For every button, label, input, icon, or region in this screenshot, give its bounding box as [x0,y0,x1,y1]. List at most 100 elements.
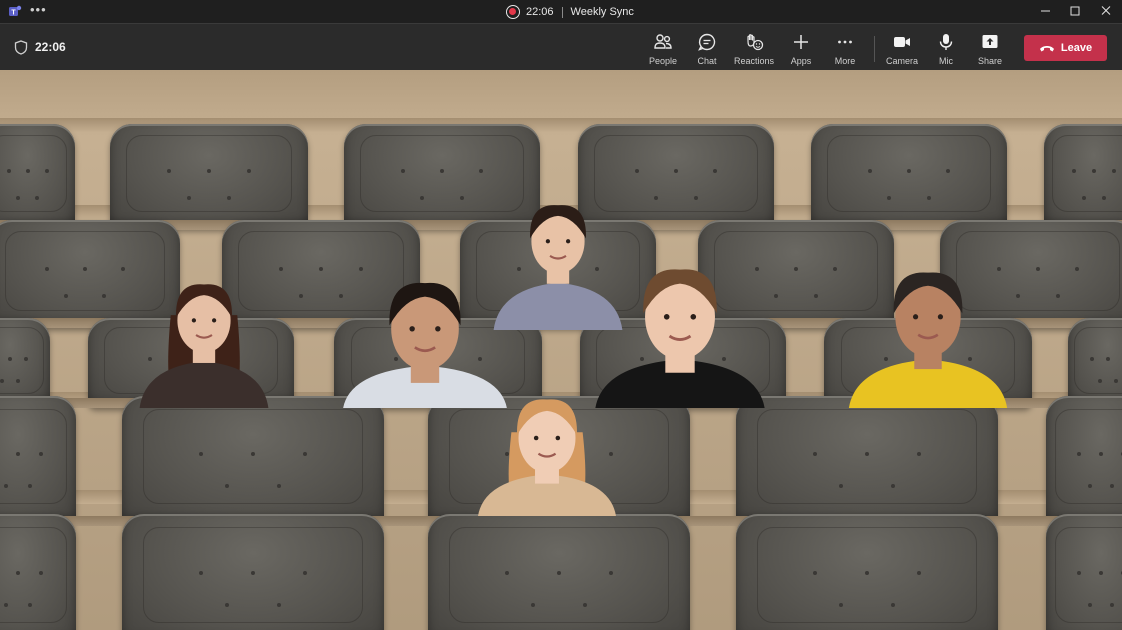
seat-tuft [654,195,659,200]
seat-tuft [102,293,106,298]
seat-tuft [16,195,20,200]
seat-tuft [299,293,304,298]
seat-tuft [887,195,892,200]
seat-tuft [6,169,11,174]
seat-tuft [833,266,838,271]
seat-tuft [121,266,125,271]
teams-app-icon: T [9,5,22,17]
title-time: 22:06 [526,6,554,18]
seat-tuft [713,169,718,174]
more-label: More [834,56,856,66]
together-mode-stage [0,70,1122,630]
seat-tuft [557,570,561,575]
seat-tuft [303,570,308,575]
seat-tuft [1077,451,1081,456]
mic-button[interactable]: Mic [921,30,971,68]
seat-tuft [198,570,203,575]
toolbar-divider [874,36,875,62]
seat-tuft [1036,266,1040,271]
apps-button[interactable]: Apps [776,30,826,68]
meeting-title: Weekly Sync [570,6,634,18]
seat-tuft [838,483,843,488]
camera-button[interactable]: Camera [877,30,927,68]
seat-tuft [246,169,251,174]
title-separator [561,6,563,18]
seat-tuft [1082,195,1086,200]
minimize-icon[interactable] [1037,3,1055,19]
chat-label: Chat [697,56,717,66]
people-label: People [648,56,678,66]
seat-tuft [865,570,869,575]
seat-tuft [1092,169,1096,174]
seat-tuft [39,451,44,456]
seat-tuft [198,451,203,456]
shield-icon [14,40,28,55]
seat-tuft [16,570,20,575]
seat-tuft [1088,603,1092,607]
seat-tuft [1106,356,1110,361]
seat-tuft [865,451,869,456]
auditorium-seat [1044,124,1122,229]
seat-tuft [1098,379,1102,383]
seat-tuft [24,356,28,361]
chat-button[interactable]: Chat [682,30,732,68]
share-icon [982,35,998,48]
participant-video [472,386,622,516]
svg-text:T: T [11,10,16,17]
auditorium-seat [811,124,1007,229]
seat-tuft [867,169,872,174]
people-button[interactable]: People [638,30,688,68]
seat-tuft [277,603,282,607]
window-title: 22:06 Weekly Sync [506,4,634,20]
leave-button[interactable]: Leave [1024,35,1107,61]
seat-tuft [4,483,9,488]
seat-tuft [459,195,464,200]
seat-tuft [891,483,896,488]
seat-tuft [279,266,284,271]
seat-tuft [251,451,255,456]
seat-tuft [917,570,922,575]
seat-tuft [530,603,535,607]
seat-tuft [812,570,817,575]
seat-tuft [27,603,32,607]
auditorium-seat [0,124,75,229]
more-options-icon[interactable]: ••• [30,2,47,17]
maximize-icon[interactable] [1066,3,1084,19]
seat-tuft [319,266,323,271]
seat-tuft [224,603,229,607]
close-icon[interactable] [1097,3,1115,19]
seat-tuft [16,379,20,383]
seat-tuft [1112,169,1116,174]
reactions-button[interactable]: Reactions [729,30,779,68]
seat-tuft [1099,570,1103,575]
more-icon [838,40,852,44]
seat-tuft [207,169,211,174]
seat-tuft [1088,483,1092,488]
seat-tuft [1110,603,1114,607]
seat-tuft [226,195,231,200]
seat-tuft [1090,356,1094,361]
seat-tuft [583,603,588,607]
seat-tuft [39,570,44,575]
seat-tuft [8,356,12,361]
auditorium-seat [110,124,308,229]
seat-tuft [16,451,20,456]
auditorium-seat [122,396,384,524]
seat-tuft [774,293,779,298]
apps-label: Apps [790,56,812,66]
seat-tuft [1099,451,1103,456]
meeting-timer: 22:06 [35,40,66,54]
seat-tuft [794,266,798,271]
share-button[interactable]: Share [965,30,1015,68]
participant-avatar [139,284,269,408]
more-button[interactable]: More [820,30,870,68]
auditorium-seat [0,318,50,408]
seat-tuft [693,195,698,200]
seat-tuft [45,266,49,271]
seat-tuft [609,570,614,575]
participant-video [134,262,274,408]
seat-tuft [813,293,818,298]
seat-tuft [1077,570,1081,575]
seat-tuft [674,169,678,174]
auditorium-seat [0,396,76,524]
